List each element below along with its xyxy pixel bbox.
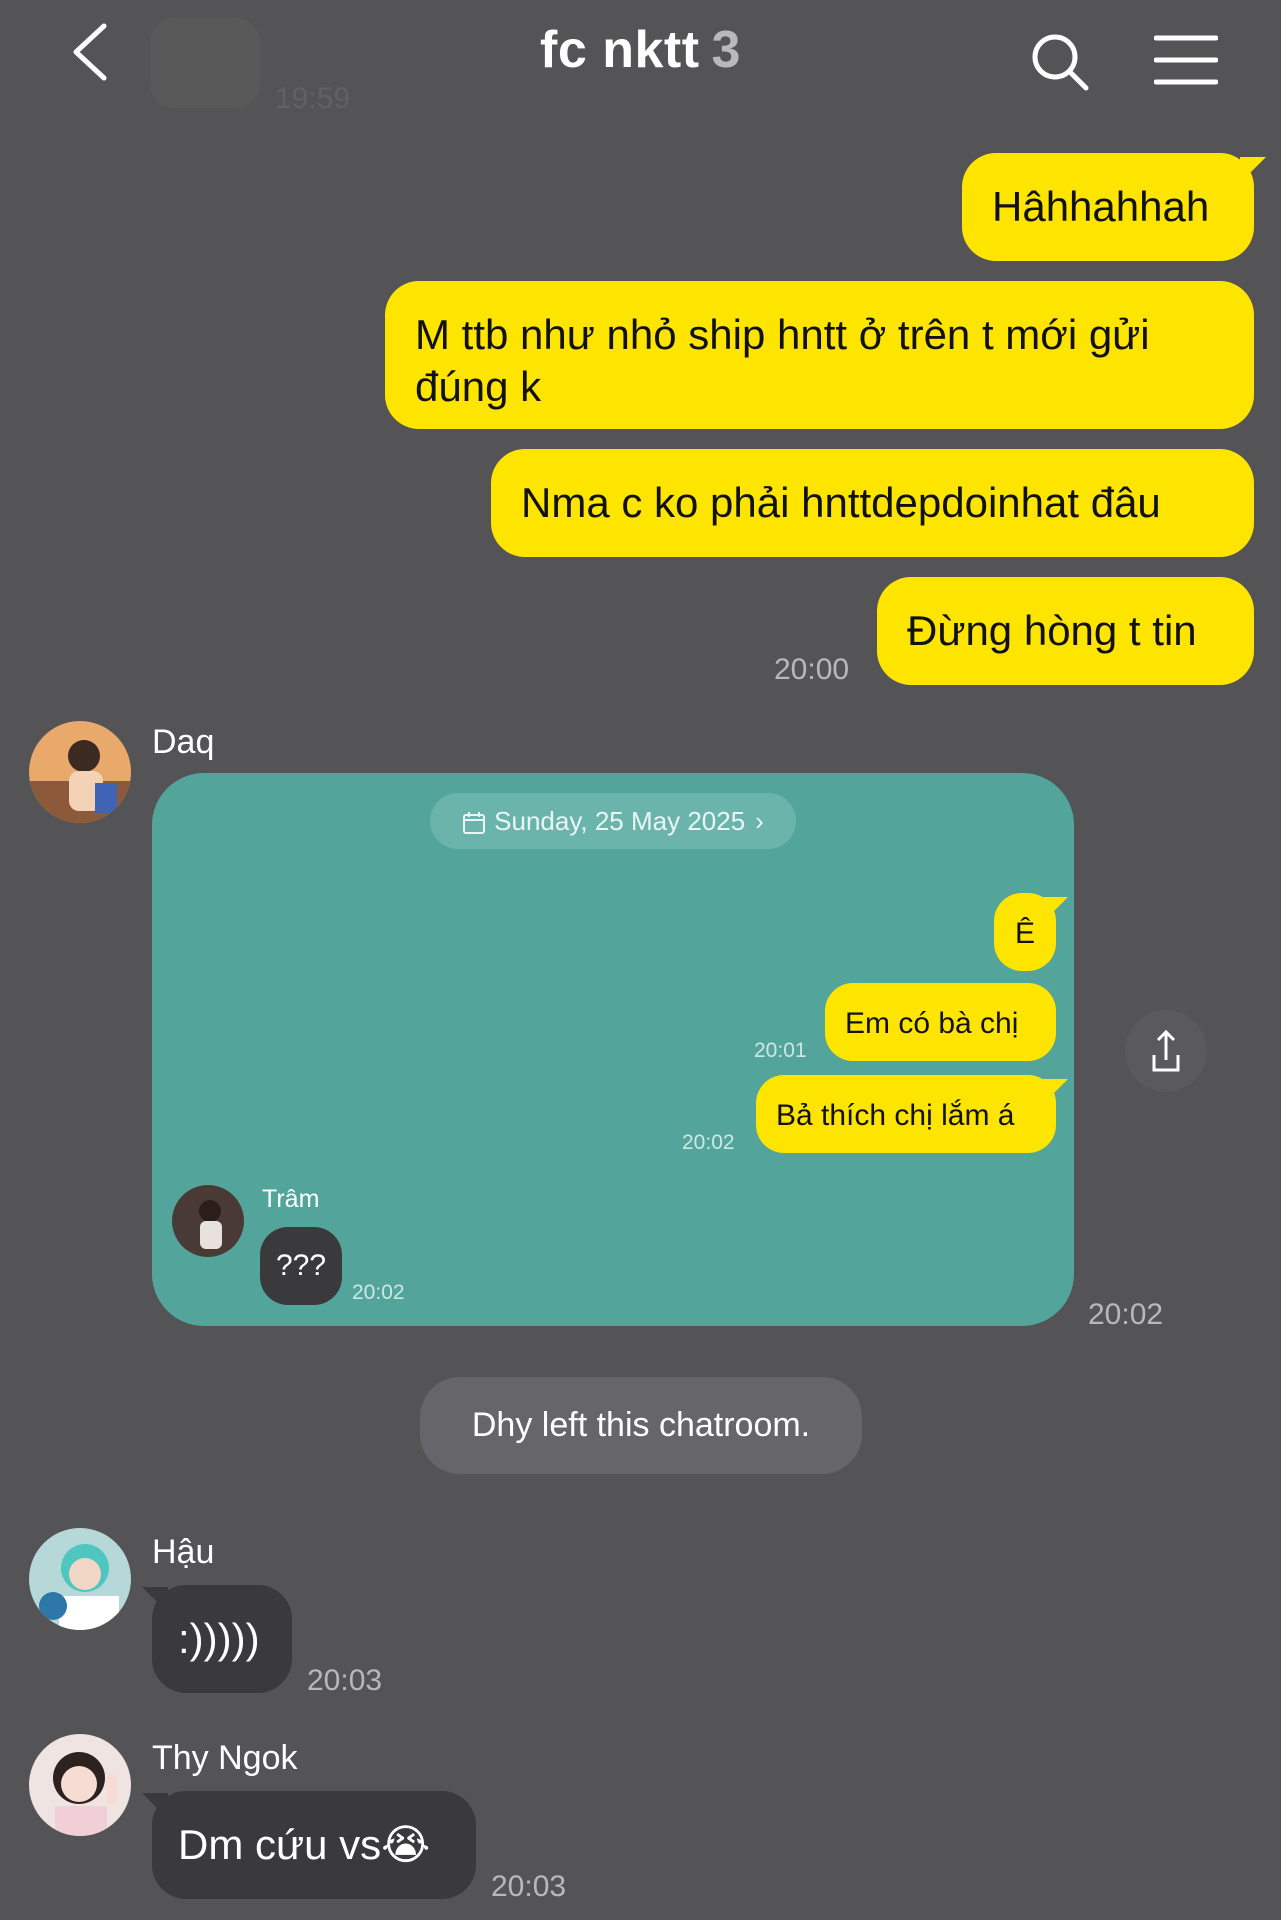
shared-message-time: 20:02 (352, 1281, 405, 1304)
member-count: 3 (711, 21, 741, 79)
shared-incoming-message: ??? (260, 1227, 342, 1305)
chevron-right-icon: › (755, 806, 764, 836)
shared-outgoing-message: Bả thích chị lắm á (756, 1075, 1056, 1153)
incoming-message[interactable]: Dm cứu vs😭 (152, 1791, 476, 1899)
shared-outgoing-message: Em có bà chị (825, 983, 1056, 1061)
shared-sender-name: Trâm (262, 1185, 320, 1213)
outgoing-message[interactable]: Đừng hòng t tin (877, 577, 1254, 685)
menu-icon[interactable] (1154, 34, 1218, 86)
shared-message-time: 20:02 (682, 1131, 735, 1154)
avatar-thy-ngok[interactable] (29, 1734, 131, 1836)
message-time: 20:02 (1088, 1298, 1164, 1331)
shared-outgoing-message: Ê (994, 893, 1056, 971)
date-label: Sunday, 25 May 2025 (494, 806, 746, 836)
share-icon (1152, 1029, 1180, 1072)
message-time: 20:00 (774, 653, 850, 686)
avatar-hau[interactable] (29, 1528, 131, 1630)
calendar-icon (463, 812, 486, 835)
message-time: 20:03 (491, 1870, 567, 1903)
chatroom-name: fc nktt (540, 21, 700, 79)
share-button[interactable] (1125, 1010, 1207, 1092)
shared-message-time: 20:01 (754, 1039, 807, 1062)
message-time: 20:03 (307, 1664, 383, 1697)
date-pill[interactable]: Sunday, 25 May 2025 › (430, 793, 796, 849)
outgoing-message[interactable]: M ttb như nhỏ ship hntt ở trên t mới gửi… (385, 281, 1254, 429)
incoming-message[interactable]: :))))) (152, 1585, 292, 1693)
chat-header: 19:59 fc nktt 3 (0, 0, 1281, 115)
system-notice: Dhy left this chatroom. (420, 1377, 862, 1474)
sender-name: Hậu (152, 1533, 215, 1571)
avatar-tram (172, 1185, 244, 1257)
scrolled-message-time: 19:59 (275, 82, 351, 115)
outgoing-message[interactable]: Nma c ko phải hnttdepdoinhat đâu (491, 449, 1254, 557)
shared-conversation-card[interactable]: Sunday, 25 May 2025 › Ê Em có bà chị 20:0… (152, 773, 1074, 1326)
search-icon[interactable] (1030, 32, 1090, 92)
sender-name: Daq (152, 723, 215, 761)
avatar-daq[interactable] (29, 721, 131, 823)
sender-name: Thy Ngok (152, 1739, 298, 1777)
outgoing-message[interactable]: Hâhhahhah (962, 153, 1254, 261)
